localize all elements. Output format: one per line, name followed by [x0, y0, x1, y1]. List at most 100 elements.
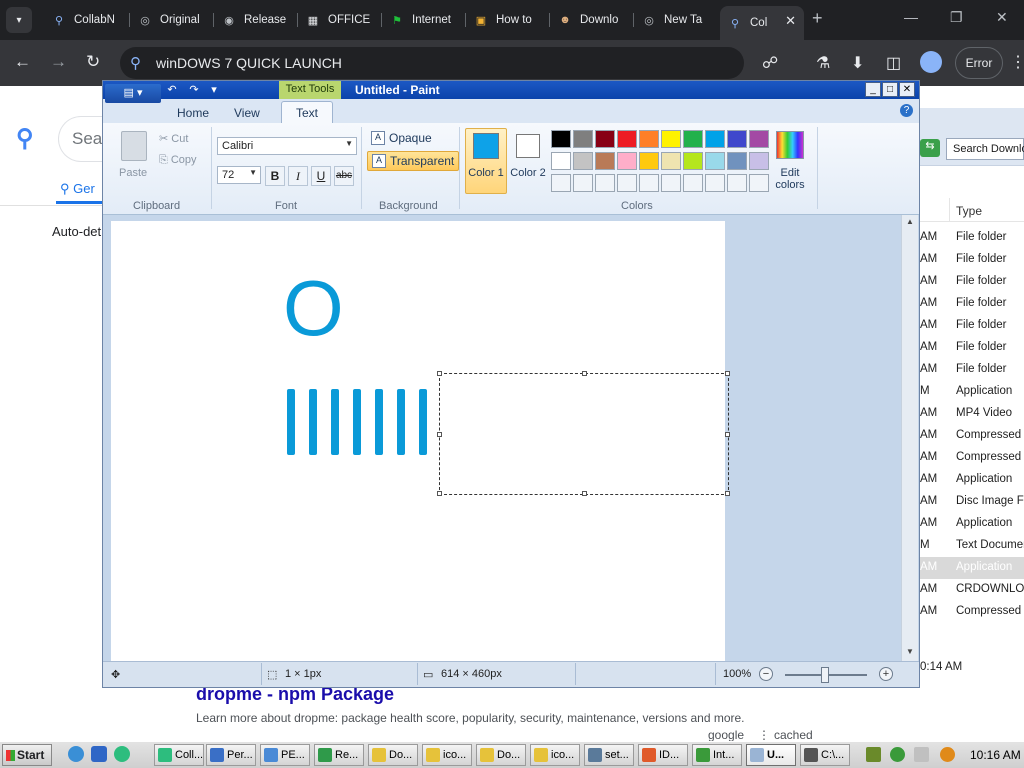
taskbar-item[interactable]: ID...: [638, 744, 688, 766]
tray-app-icon[interactable]: [914, 747, 929, 762]
minimize-icon[interactable]: —: [904, 9, 918, 25]
file-row[interactable]: AM File folder: [920, 227, 1024, 249]
taskbar-item[interactable]: U...: [746, 744, 796, 766]
file-row[interactable]: AM Application: [920, 557, 1024, 579]
undo-icon[interactable]: ↶: [165, 83, 179, 97]
palette-swatch[interactable]: [639, 130, 659, 148]
file-row[interactable]: AM File folder: [920, 315, 1024, 337]
opaque-option[interactable]: A Opaque: [367, 129, 436, 149]
palette-swatch[interactable]: [551, 152, 571, 170]
resize-handle[interactable]: [725, 371, 730, 376]
refresh-arrow-icon[interactable]: ⇆: [920, 139, 940, 157]
resize-handle[interactable]: [725, 491, 730, 496]
paste-button[interactable]: Paste: [119, 167, 147, 179]
browser-tab-2[interactable]: ◎ Original: [130, 6, 214, 34]
palette-swatch[interactable]: [705, 174, 725, 192]
palette-swatch[interactable]: [727, 174, 747, 192]
download-icon[interactable]: ⬇: [851, 53, 864, 73]
tab-search-button[interactable]: ▾: [6, 7, 32, 33]
tab-view[interactable]: View: [234, 106, 260, 120]
new-tab-button[interactable]: +: [812, 8, 823, 29]
resize-handle[interactable]: [437, 491, 442, 496]
vertical-scrollbar[interactable]: ▲ ▼: [901, 215, 918, 661]
taskbar-item[interactable]: ico...: [422, 744, 472, 766]
close-icon[interactable]: ✕: [899, 82, 915, 97]
palette-swatch[interactable]: [551, 130, 571, 148]
copy-button[interactable]: ⎘ Copy: [159, 154, 197, 167]
error-button[interactable]: Error: [955, 47, 1003, 79]
resize-handle[interactable]: [582, 371, 587, 376]
zoom-out-button[interactable]: −: [759, 667, 773, 681]
tray-network-icon[interactable]: [866, 747, 881, 762]
file-row[interactable]: AM File folder: [920, 271, 1024, 293]
file-row[interactable]: AM Compressed (z: [920, 447, 1024, 469]
file-row[interactable]: AM CRDOWNLOAD: [920, 579, 1024, 601]
browser-tab-7[interactable]: ☻ Downlo: [550, 6, 634, 34]
scroll-down-icon[interactable]: ▼: [904, 647, 916, 659]
file-row[interactable]: M Application: [920, 381, 1024, 403]
browser-tab-5[interactable]: ⚑ Internet: [382, 6, 466, 34]
text-selection-box[interactable]: [437, 371, 730, 496]
palette-swatch[interactable]: [705, 130, 725, 148]
palette-swatch[interactable]: [705, 152, 725, 170]
font-size-select[interactable]: 72 ▼: [217, 166, 261, 184]
taskbar-item[interactable]: Re...: [314, 744, 364, 766]
browser-tab-active[interactable]: ⚲ Col ✕: [720, 6, 804, 40]
auto-detect-label[interactable]: Auto-det: [52, 224, 101, 239]
zoom-slider-thumb[interactable]: [821, 667, 829, 683]
palette-swatch[interactable]: [617, 130, 637, 148]
file-row[interactable]: AM MP4 Video: [920, 403, 1024, 425]
italic-button[interactable]: I: [288, 166, 308, 186]
palette-swatch[interactable]: [749, 152, 769, 170]
resize-handle[interactable]: [437, 432, 442, 437]
back-button[interactable]: ←: [14, 52, 31, 72]
palette-swatch[interactable]: [573, 130, 593, 148]
bold-button[interactable]: B: [265, 166, 285, 186]
close-tab-icon[interactable]: ✕: [785, 13, 796, 29]
palette-swatch[interactable]: [683, 130, 703, 148]
palette-swatch[interactable]: [573, 174, 593, 192]
paste-clipboard-icon[interactable]: [121, 131, 147, 161]
extensions-icon[interactable]: ☍: [762, 53, 778, 73]
palette-swatch[interactable]: [595, 152, 615, 170]
palette-swatch[interactable]: [595, 174, 615, 192]
more-menu-icon[interactable]: ⋮: [1010, 52, 1024, 72]
file-row[interactable]: M Text Document: [920, 535, 1024, 557]
taskbar-item[interactable]: PE...: [260, 744, 310, 766]
browser-tab-1[interactable]: ⚲ CollabN: [44, 6, 130, 34]
explorer-search-input[interactable]: Search Downlo: [946, 138, 1024, 160]
edit-colors-icon[interactable]: [776, 131, 804, 159]
strikethrough-button[interactable]: abc: [334, 166, 354, 186]
tab-home[interactable]: Home: [177, 106, 209, 120]
resize-handle[interactable]: [437, 371, 442, 376]
redo-icon[interactable]: ↷: [187, 83, 201, 97]
file-row[interactable]: AM Compressed (z: [920, 601, 1024, 623]
browser-tab-8[interactable]: ◎ New Ta: [634, 6, 718, 34]
palette-swatch[interactable]: [639, 152, 659, 170]
help-icon[interactable]: ?: [900, 104, 913, 117]
palette-swatch[interactable]: [683, 174, 703, 192]
taskbar-item[interactable]: Per...: [206, 744, 256, 766]
page-tab-general[interactable]: ⚲ Ger: [60, 181, 95, 197]
scroll-up-icon[interactable]: ▲: [904, 217, 916, 229]
labs-flask-icon[interactable]: ⚗: [816, 53, 830, 73]
file-row[interactable]: AM File folder: [920, 359, 1024, 381]
taskbar-item[interactable]: set...: [584, 744, 634, 766]
palette-swatch[interactable]: [727, 130, 747, 148]
file-row[interactable]: AM Application: [920, 469, 1024, 491]
zoom-in-button[interactable]: +: [879, 667, 893, 681]
paint-title-bar[interactable]: [103, 81, 919, 99]
browser-tab-4[interactable]: ▦ OFFICE: [298, 6, 382, 34]
palette-swatch[interactable]: [749, 130, 769, 148]
color2-swatch[interactable]: [516, 134, 540, 158]
forward-button[interactable]: →: [50, 52, 67, 72]
file-row[interactable]: AM File folder: [920, 293, 1024, 315]
browser-tab-3[interactable]: ◉ Release: [214, 6, 298, 34]
underline-button[interactable]: U: [311, 166, 331, 186]
palette-swatch[interactable]: [639, 174, 659, 192]
palette-swatch[interactable]: [749, 174, 769, 192]
palette-swatch[interactable]: [595, 130, 615, 148]
resize-handle[interactable]: [725, 432, 730, 437]
ie-quicklaunch-icon[interactable]: [68, 746, 84, 762]
palette-swatch[interactable]: [661, 152, 681, 170]
